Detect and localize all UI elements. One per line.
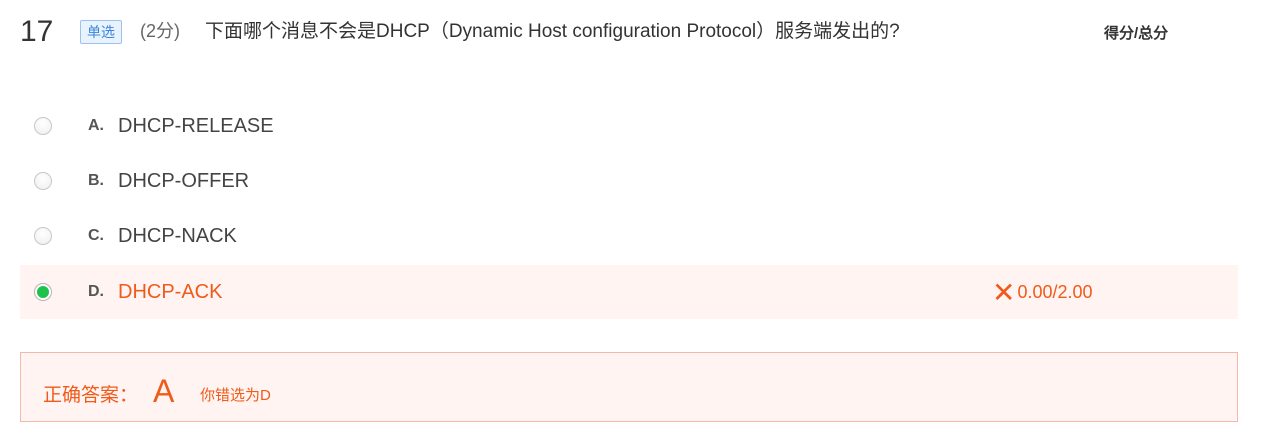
answer-box: 正确答案： A 你错选为D <box>20 352 1238 422</box>
option-letter: C. <box>88 227 104 244</box>
option-c[interactable]: C. DHCP-NACK <box>20 209 1238 263</box>
question-number: 17 <box>20 15 54 48</box>
score-value: 0.00/2.00 <box>1017 282 1093 302</box>
option-b[interactable]: B. DHCP-OFFER <box>20 154 1238 208</box>
x-icon: ✕ <box>992 277 1016 308</box>
score-header: 得分/总分 <box>1104 25 1169 42</box>
radio-button[interactable] <box>34 227 52 245</box>
correct-answer-letter: A <box>153 373 175 409</box>
option-letter: A. <box>88 117 104 134</box>
option-text: DHCP-NACK <box>118 225 237 247</box>
option-d[interactable]: D. DHCP-ACK ✕ 0.00/2.00 <box>20 265 1238 319</box>
question-type-badge: 单选 <box>80 20 122 44</box>
wrong-choice-note: 你错选为D <box>200 387 271 404</box>
option-text: DHCP-RELEASE <box>118 115 274 137</box>
radio-button[interactable] <box>34 172 52 190</box>
correct-answer-label: 正确答案： <box>43 385 139 406</box>
question-text: 下面哪个消息不会是DHCP（Dynamic Host configuration… <box>205 21 900 42</box>
option-text: DHCP-OFFER <box>118 170 250 192</box>
option-text: DHCP-ACK <box>118 281 223 303</box>
option-letter: B. <box>88 172 104 189</box>
result-score: ✕ 0.00/2.00 <box>992 277 1093 308</box>
option-a[interactable]: A. DHCP-RELEASE <box>20 99 1238 153</box>
radio-button-selected[interactable] <box>34 283 52 301</box>
radio-button[interactable] <box>34 117 52 135</box>
option-letter: D. <box>88 283 104 300</box>
question-points: (2分) <box>140 21 180 41</box>
